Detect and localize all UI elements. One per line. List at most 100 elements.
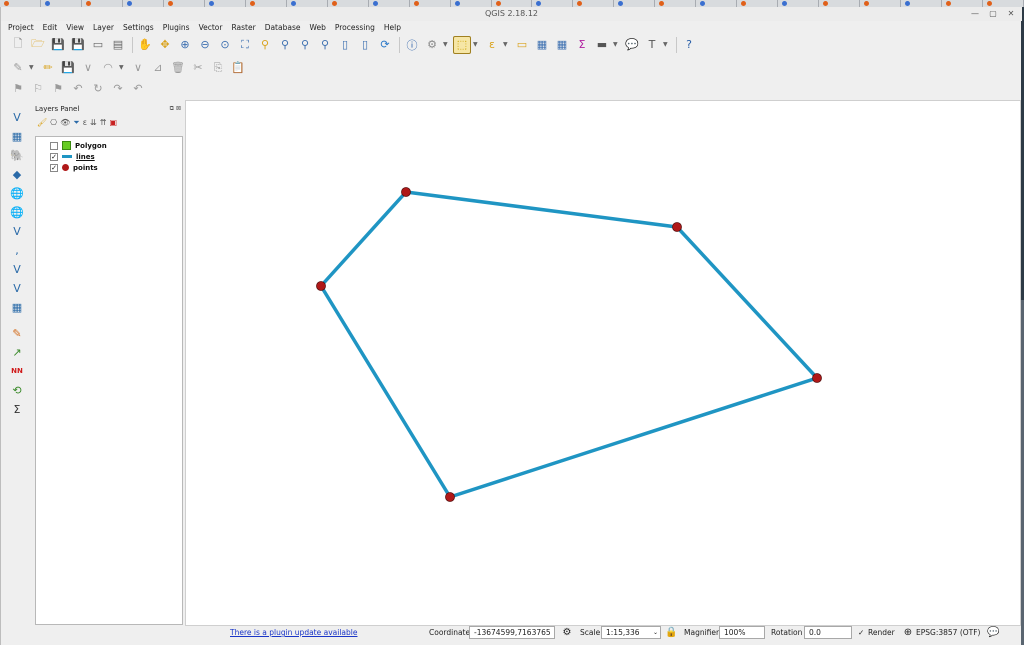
browser-tab[interactable] [163,0,205,7]
layer-item-polygon[interactable]: Polygon [36,140,182,151]
pan-to-selection-icon[interactable]: ✥ [156,36,174,54]
zoom-native-icon[interactable]: ⊙ [216,36,234,54]
zoom-in-icon[interactable]: ⊕ [176,36,194,54]
scale-field[interactable]: 1:15,336 ⌄ [601,626,661,639]
browser-tab[interactable] [245,0,287,7]
browser-tab[interactable] [286,0,328,7]
layer-item-lines[interactable]: ✓ lines [36,151,182,162]
label-rotate-icon[interactable]: ↻ [89,80,107,98]
sum-icon[interactable]: Σ [6,400,28,418]
map-canvas[interactable] [185,100,1021,626]
add-postgis-layer-icon[interactable]: 🐘 [6,146,28,164]
browser-tab[interactable] [368,0,410,7]
chevron-down-icon[interactable]: ▼ [443,41,451,48]
zoom-next-icon[interactable]: ⚲ [316,36,334,54]
menu-view[interactable]: View [66,21,84,34]
browser-tab[interactable] [0,0,41,7]
toggle-extents-icon[interactable]: ⚙ [561,627,573,639]
remove-layer-icon[interactable]: ▣ [109,118,117,127]
float-icon[interactable]: ⧉ [170,105,174,113]
toggle-editing-icon[interactable]: ✏ [39,59,57,77]
maximize-icon[interactable]: ▢ [988,9,998,19]
browser-tab[interactable] [778,0,820,7]
label-change-icon[interactable]: ↷ [109,80,127,98]
open-project-icon[interactable]: 🗁 [29,36,47,54]
browser-tab[interactable] [532,0,574,7]
composer-manager-icon[interactable]: ▤ [109,36,127,54]
coordinate-field[interactable]: -13674599,7163765 [469,626,555,639]
browser-tab[interactable] [409,0,451,7]
print-composer-icon[interactable]: ▭ [89,36,107,54]
style-icon[interactable]: 🖌 [37,118,47,127]
menu-edit[interactable]: Edit [43,21,58,34]
add-spatialite-layer-icon[interactable]: ◆ [6,165,28,183]
browser-tab[interactable] [696,0,738,7]
save-project-icon[interactable]: 💾 [49,36,67,54]
filter-expression-icon[interactable]: ε [83,118,87,127]
browser-tab[interactable] [901,0,943,7]
measure-icon[interactable]: ▬ [593,36,611,54]
browser-tab[interactable] [40,0,82,7]
crs-label[interactable]: EPSG:3857 (OTF) [916,628,980,637]
browser-tab[interactable] [942,0,984,7]
save-edits-icon[interactable]: 💾 [59,59,77,77]
chevron-down-icon[interactable]: ▼ [119,64,127,71]
action-icon[interactable]: ⚙ [423,36,441,54]
add-table-icon[interactable]: ▦ [6,298,28,316]
browser-tab[interactable] [450,0,492,7]
zoom-full-icon[interactable]: ⛶ [236,36,254,54]
layer-checkbox[interactable]: ✓ [50,163,58,172]
filter-icon[interactable]: ⏷ [73,118,79,128]
menu-project[interactable]: Project [8,21,34,34]
chevron-down-icon[interactable]: ▼ [613,41,621,48]
menu-plugins[interactable]: Plugins [163,21,190,34]
plugin-edit-icon[interactable]: ✎ [6,324,28,342]
copy-features-icon[interactable]: ⎘ [209,59,227,77]
new-project-icon[interactable]: 🗋 [9,36,27,54]
add-feature-icon[interactable]: ∨ [79,59,97,77]
rotation-field[interactable]: 0.0 [804,626,852,639]
browser-tab[interactable] [204,0,246,7]
select-by-expression-icon[interactable]: ε [483,36,501,54]
add-wcs-layer-icon[interactable]: 🌐 [6,203,28,221]
current-edits-icon[interactable]: ✎ [9,59,27,77]
messages-icon[interactable]: 💬 [987,627,999,639]
node-tool-icon[interactable]: ⊿ [149,59,167,77]
browser-tab[interactable] [983,0,1024,7]
close-icon[interactable]: ⊠ [176,105,181,113]
layer-checkbox[interactable] [50,141,58,150]
plugin-update-link[interactable]: There is a plugin update available [230,628,357,637]
menu-help[interactable]: Help [384,21,401,34]
browser-tab[interactable] [737,0,779,7]
move-feature-icon[interactable]: ∨ [129,59,147,77]
layer-item-points[interactable]: ✓ points [36,162,182,173]
identify-icon[interactable]: ⓘ [403,36,421,54]
zoom-last-icon[interactable]: ⚲ [296,36,314,54]
browser-tab[interactable] [81,0,123,7]
zoom-out-icon[interactable]: ⊖ [196,36,214,54]
browser-tab[interactable] [122,0,164,7]
lock-icon[interactable]: 🔒 [665,627,677,639]
menu-processing[interactable]: Processing [335,21,375,34]
label-show-hide-icon[interactable]: ⚑ [49,80,67,98]
collapse-all-icon[interactable]: ⇈ [100,118,107,127]
label-move-icon[interactable]: ↶ [69,80,87,98]
text-annotation-icon[interactable]: T [643,36,661,54]
label-highlight-icon[interactable]: ⚐ [29,80,47,98]
show-bookmarks-icon[interactable]: ▯ [356,36,374,54]
add-virtual-layer-icon[interactable]: V [6,260,28,278]
chevron-down-icon[interactable]: ⌄ [653,627,658,638]
map-tips-icon[interactable]: 💬 [623,36,641,54]
menu-database[interactable]: Database [265,21,301,34]
save-as-icon[interactable]: 💾 [69,36,87,54]
menu-web[interactable]: Web [309,21,325,34]
render-checkbox[interactable]: ✓ [858,628,864,637]
menu-layer[interactable]: Layer [93,21,114,34]
crs-globe-icon[interactable]: ⊕ [902,627,914,639]
add-wfs-layer-icon[interactable]: V [6,222,28,240]
browser-tab[interactable] [491,0,533,7]
visibility-icon[interactable]: 👁 [60,118,70,127]
chevron-down-icon[interactable]: ▼ [29,64,37,71]
label-pin-icon[interactable]: ⚑ [9,80,27,98]
browser-tab[interactable] [573,0,615,7]
